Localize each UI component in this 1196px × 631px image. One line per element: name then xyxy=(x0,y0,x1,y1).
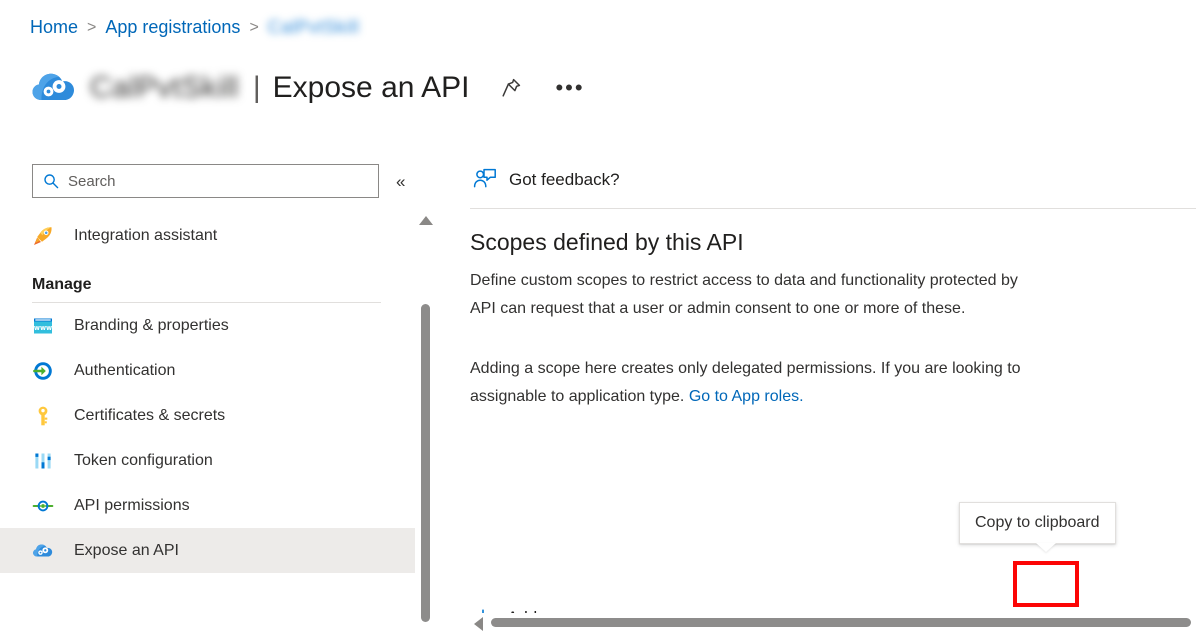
breadcrumb: Home > App registrations > CalPvtSkill xyxy=(30,17,359,38)
search-placeholder: Search xyxy=(68,172,116,190)
sliders-icon xyxy=(32,450,54,472)
got-feedback-label: Got feedback? xyxy=(509,170,620,189)
sidebar-item-label: Token configuration xyxy=(74,451,213,469)
person-feedback-icon xyxy=(473,168,496,188)
sidebar-item-label: Branding & properties xyxy=(74,316,229,334)
app-name-title: CalPvtSkill xyxy=(90,71,239,104)
page-title: Expose an API xyxy=(272,71,470,104)
cloud-gears-icon xyxy=(30,64,78,112)
sidebar-item-expose-an-api[interactable]: Expose an API xyxy=(0,528,415,573)
svg-text:www: www xyxy=(34,324,52,332)
scopes-description-line-2: API can request that a user or admin con… xyxy=(470,300,966,317)
rocket-icon xyxy=(32,225,54,247)
content-scrollbar-thumb[interactable] xyxy=(491,618,1191,627)
cloud-gears-icon xyxy=(32,540,54,562)
breadcrumb-app-registrations[interactable]: App registrations xyxy=(105,17,240,38)
copy-to-clipboard-tooltip: Copy to clipboard xyxy=(959,502,1116,544)
breadcrumb-current-app[interactable]: CalPvtSkill xyxy=(268,17,360,38)
authentication-arrow-icon xyxy=(32,360,54,382)
search-input[interactable]: Search xyxy=(32,164,379,198)
ellipsis-icon[interactable]: ••• xyxy=(551,77,588,99)
sidebar-item-label: Expose an API xyxy=(74,541,179,559)
page-title-row: CalPvtSkill | Expose an API ••• xyxy=(30,64,589,112)
delegated-permissions-paragraph: Adding a scope here creates only delegat… xyxy=(470,355,1196,411)
title-pipe-separator: | xyxy=(252,71,261,104)
main-content: Got feedback? Scopes defined by this API… xyxy=(455,155,1196,631)
sidebar-item-integration-assistant[interactable]: Integration assistant xyxy=(0,213,415,258)
sidebar-item-api-permissions[interactable]: API permissions xyxy=(0,483,415,528)
sidebar-item-label: API permissions xyxy=(74,496,190,514)
scroll-left-arrow-icon[interactable] xyxy=(474,617,483,631)
content-horizontal-scrollbar[interactable] xyxy=(471,613,1196,631)
sidebar-item-label: Integration assistant xyxy=(74,226,218,244)
sidebar-item-branding-properties[interactable]: www Branding & properties xyxy=(0,303,415,348)
nav-section-manage: Manage xyxy=(32,276,92,293)
sidebar-item-label: Authentication xyxy=(74,361,176,379)
nav-item-list: Integration assistant Manage www Brandin… xyxy=(0,213,415,573)
nav-scrollbar-thumb[interactable] xyxy=(421,304,430,622)
collapse-nav-button[interactable]: « xyxy=(396,173,405,190)
breadcrumb-separator-2: > xyxy=(249,18,259,36)
sidebar-item-label: Certificates & secrets xyxy=(74,406,226,424)
browser-www-icon: www xyxy=(32,315,54,337)
go-to-app-roles-link[interactable]: Go to App roles. xyxy=(689,388,804,405)
key-icon xyxy=(32,405,54,427)
nav-vertical-scrollbar[interactable] xyxy=(417,212,434,631)
sidebar-item-authentication[interactable]: Authentication xyxy=(0,348,415,393)
delegated-permissions-line-1: Adding a scope here creates only delegat… xyxy=(470,360,1021,377)
scopes-description-line-1: Define custom scopes to restrict access … xyxy=(470,272,1018,289)
scopes-description-paragraph: Define custom scopes to restrict access … xyxy=(470,267,1196,323)
sidebar-item-token-configuration[interactable]: Token configuration xyxy=(0,438,415,483)
scopes-section-title: Scopes defined by this API xyxy=(470,229,744,255)
content-divider xyxy=(470,208,1196,209)
breadcrumb-separator-1: > xyxy=(87,18,97,36)
scroll-up-arrow-icon[interactable] xyxy=(419,216,433,225)
nav-search-row: Search « xyxy=(32,164,412,198)
delegated-permissions-line-2: assignable to application type. Go to Ap… xyxy=(470,383,1196,411)
blade-left-nav: Search « Integration assistant Manage ww… xyxy=(0,155,415,631)
delegated-permissions-line-2-text: assignable to application type. xyxy=(470,388,689,405)
search-icon xyxy=(44,174,59,189)
api-connector-icon xyxy=(32,500,54,511)
breadcrumb-home[interactable]: Home xyxy=(30,17,78,38)
sidebar-item-certificates-secrets[interactable]: Certificates & secrets xyxy=(0,393,415,438)
pin-icon[interactable] xyxy=(495,72,527,104)
azure-portal-blade: Home > App registrations > CalPvtSkill C… xyxy=(0,0,1196,631)
got-feedback-button[interactable]: Got feedback? xyxy=(472,167,620,193)
